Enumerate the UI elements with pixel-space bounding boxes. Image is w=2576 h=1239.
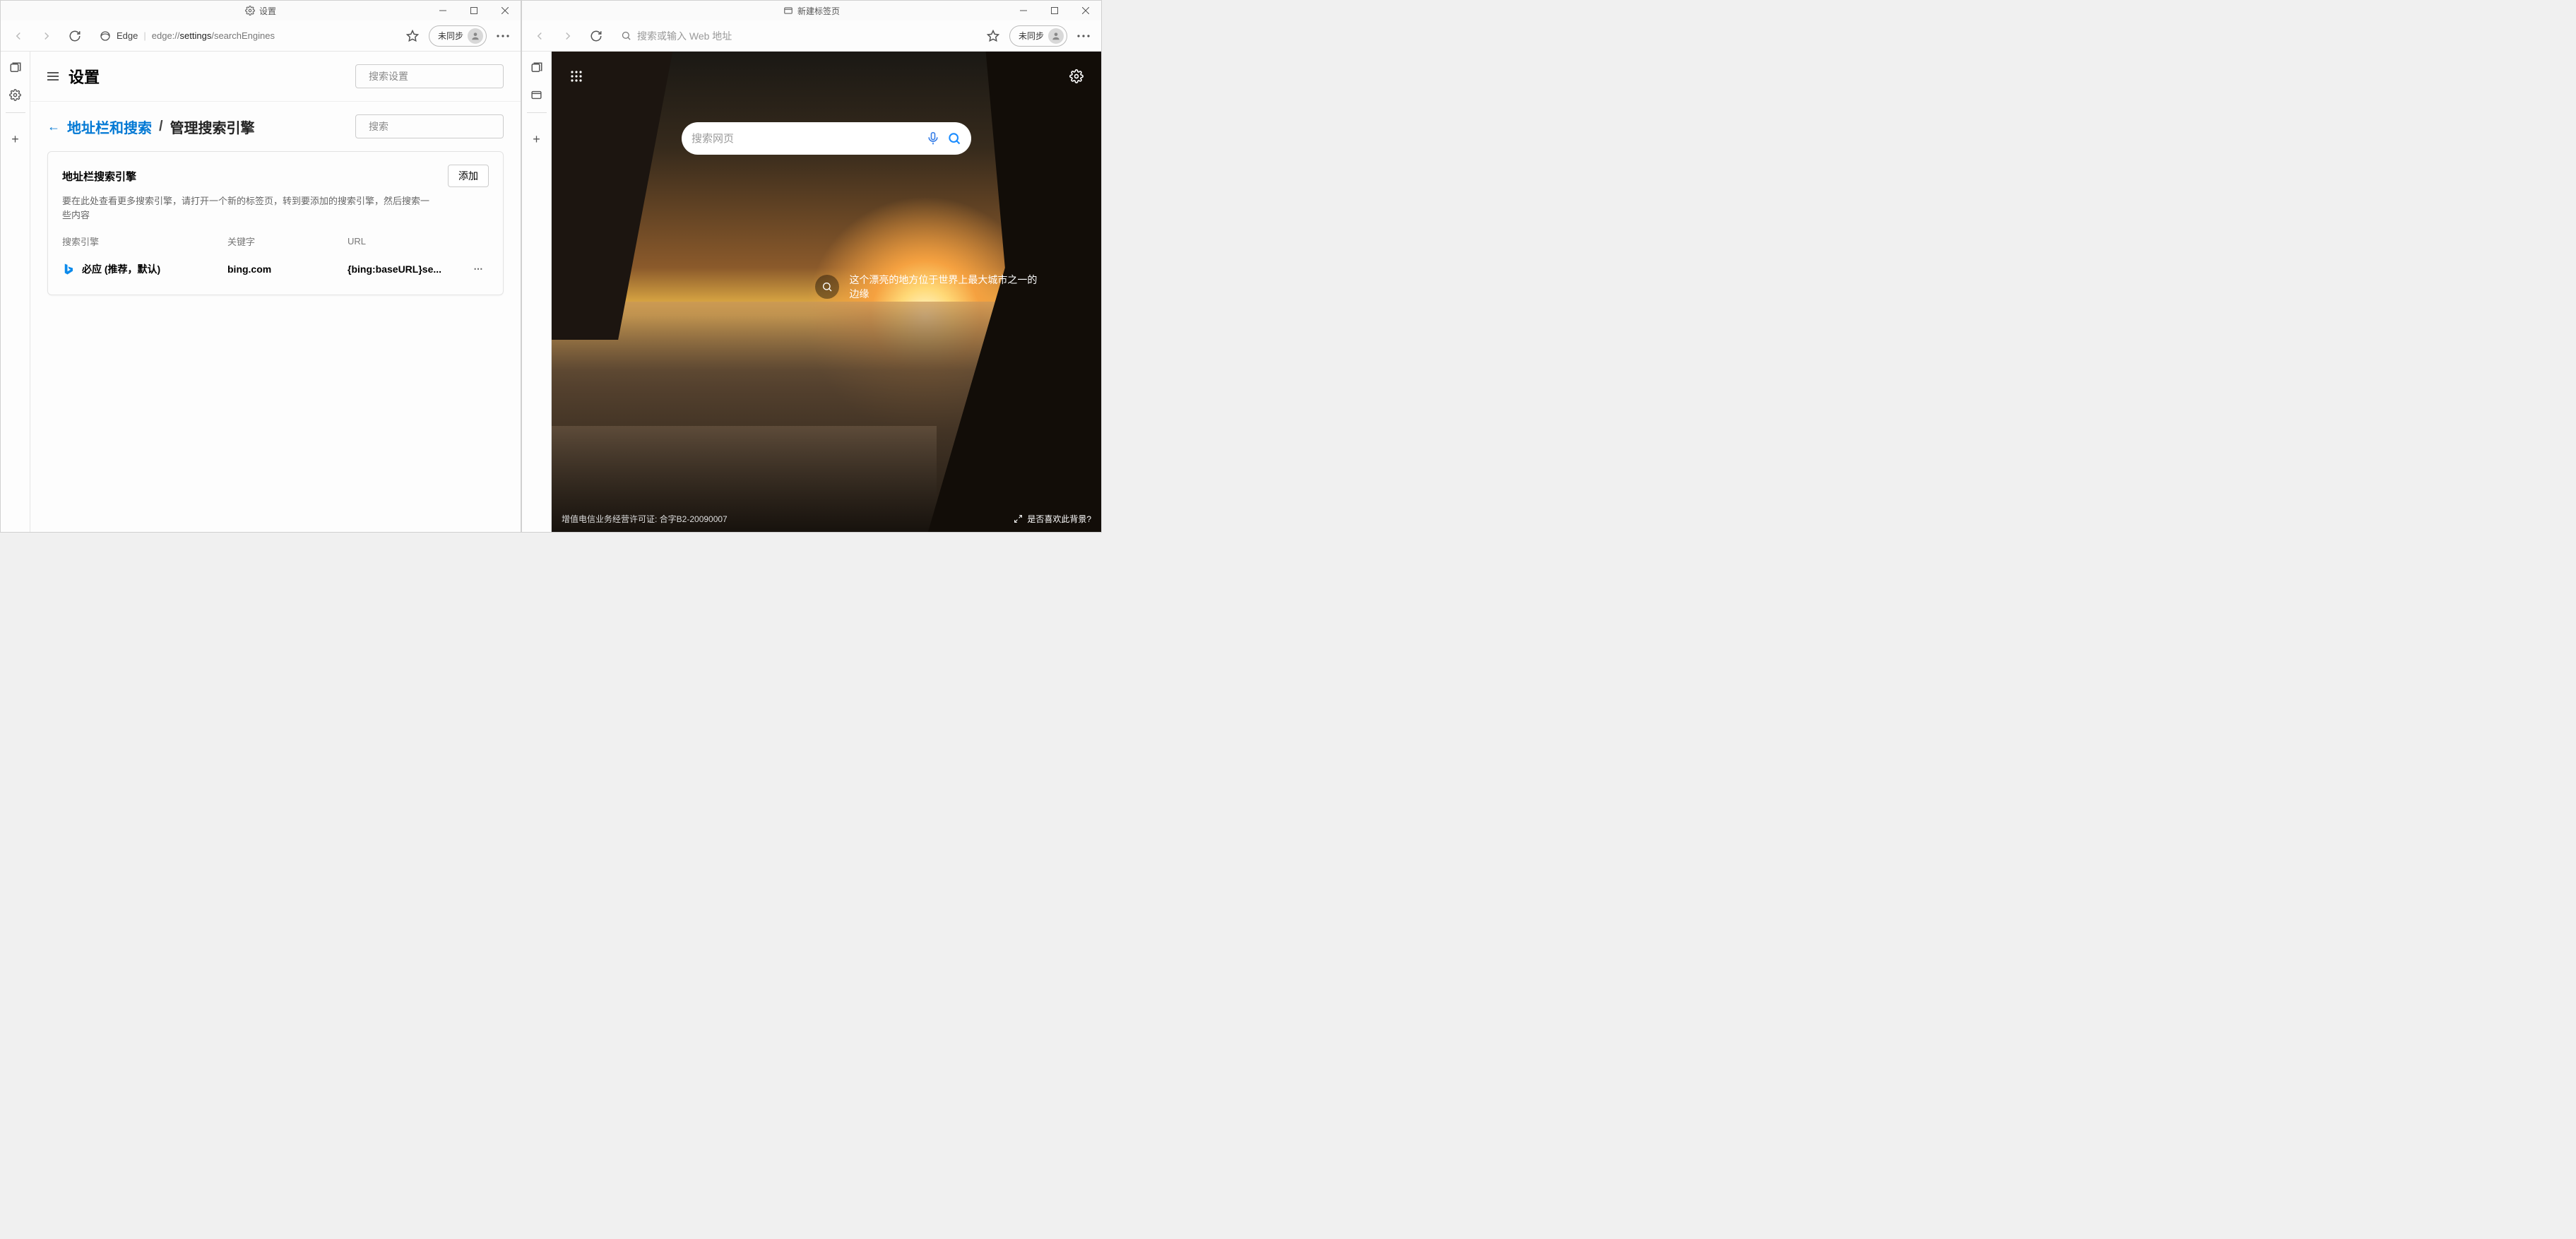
maximize-button[interactable] [1039,1,1070,20]
minimize-button[interactable] [427,1,458,20]
nav-forward-button [556,24,580,48]
search-engines-card: 地址栏搜索引擎 添加 要在此处查看更多搜索引擎，请打开一个新的标签页，转到要添加… [47,151,504,295]
avatar-icon [1048,28,1064,44]
profile-sync-button[interactable]: 未同步 [429,25,487,47]
titlebar-label: 新建标签页 [797,5,840,17]
newtab-icon [783,6,793,16]
magnifier-icon [815,275,839,299]
titlebar: 设置 [1,1,521,20]
background-info[interactable]: 这个漂亮的地方位于世界上最大城市之一的边缘 [815,273,1041,301]
favorites-button[interactable] [981,24,1005,48]
engine-row-more-button[interactable]: ⋯ [468,263,489,275]
vertical-tab-strip: + [1,52,30,532]
favorites-button[interactable] [400,24,425,48]
address-input[interactable] [637,30,968,42]
profile-sync-button[interactable]: 未同步 [1009,25,1067,47]
address-bar[interactable] [612,25,977,47]
new-tab-button[interactable]: + [4,127,28,151]
avatar-icon [468,28,483,44]
background-info-text: 这个漂亮的地方位于世界上最大城市之一的边缘 [849,273,1041,301]
engine-row-name: 必应 (推荐，默认) [62,256,220,282]
new-tab-button[interactable]: + [525,127,549,151]
breadcrumb-current: 管理搜索引擎 [170,117,255,137]
license-text: 增值电信业务经营许可证: 合字B2-20090007 [562,513,728,525]
address-bar[interactable]: Edge | edge://settings/searchEngines [91,25,396,47]
gear-icon [245,6,255,16]
engine-row-keyword: bing.com [227,263,340,275]
background-feedback-label: 是否喜欢此背景? [1027,513,1091,525]
settings-content: 设置 ← 地址栏和搜索 / 管理搜索引擎 [30,52,521,532]
search-icon [621,30,631,41]
window-settings: 设置 Edge | edge://settings/searchEngines … [0,0,521,533]
toolbar: Edge | edge://settings/searchEngines 未同步 [1,20,521,52]
tab-manager-button[interactable] [525,56,549,80]
search-engines-field[interactable] [369,121,497,132]
separator: | [143,30,146,41]
divider [527,112,547,113]
tab-settings[interactable] [4,83,28,107]
page-title: 设置 [69,65,100,88]
menu-button[interactable] [491,24,515,48]
search-settings-input[interactable] [355,64,504,88]
col-keyword: 关键字 [227,235,340,252]
hamburger-menu-button[interactable] [47,72,59,81]
close-button[interactable] [489,1,521,20]
add-engine-button[interactable]: 添加 [448,165,489,187]
edge-logo-icon [100,30,111,42]
search-submit-button[interactable] [947,131,961,146]
refresh-button[interactable] [63,24,87,48]
card-title: 地址栏搜索引擎 [62,169,136,184]
tab-manager-button[interactable] [4,56,28,80]
breadcrumb: ← 地址栏和搜索 / 管理搜索引擎 [47,117,255,137]
minimize-button[interactable] [1008,1,1039,20]
sync-status-label: 未同步 [438,30,463,42]
url-text: edge://settings/searchEngines [152,30,275,41]
search-engine-table: 搜索引擎 关键字 URL 必应 (推荐，默认) bing.com {bing:b… [62,235,489,282]
apps-grid-button[interactable] [564,64,588,88]
titlebar: 新建标签页 [522,1,1101,20]
vertical-tab-strip: + [522,52,552,532]
window-newtab: 新建标签页 未同步 + [521,0,1102,533]
maximize-button[interactable] [458,1,489,20]
page-settings-button[interactable] [1064,64,1088,88]
breadcrumb-link[interactable]: 地址栏和搜索 [67,117,152,137]
engine-row-url: {bing:baseURL}se... [348,263,461,275]
divider [6,112,25,113]
refresh-button[interactable] [584,24,608,48]
edge-label: Edge [117,30,138,41]
background-feedback-button[interactable]: 是否喜欢此背景? [1014,513,1091,525]
ntp-search-input[interactable] [692,133,919,145]
menu-button[interactable] [1072,24,1096,48]
card-description: 要在此处查看更多搜索引擎，请打开一个新的标签页，转到要添加的搜索引擎，然后搜索一… [62,194,429,222]
nav-back-button [6,24,30,48]
voice-search-button[interactable] [926,131,940,146]
bing-icon [62,263,75,275]
ntp-search-box[interactable] [682,122,971,155]
breadcrumb-separator: / [159,119,163,135]
nav-back-button [528,24,552,48]
sync-status-label: 未同步 [1019,30,1044,42]
titlebar-label: 设置 [259,5,276,17]
col-name: 搜索引擎 [62,235,220,252]
expand-icon [1014,514,1023,523]
close-button[interactable] [1070,1,1101,20]
breadcrumb-back-button[interactable]: ← [47,119,60,134]
search-engines-input[interactable] [355,114,504,138]
toolbar: 未同步 [522,20,1101,52]
nav-forward-button [35,24,59,48]
col-url: URL [348,236,461,251]
newtab-content: 这个漂亮的地方位于世界上最大城市之一的边缘 增值电信业务经营许可证: 合字B2-… [552,52,1101,532]
search-settings-field[interactable] [369,71,497,82]
tab-newtab[interactable] [525,83,549,107]
